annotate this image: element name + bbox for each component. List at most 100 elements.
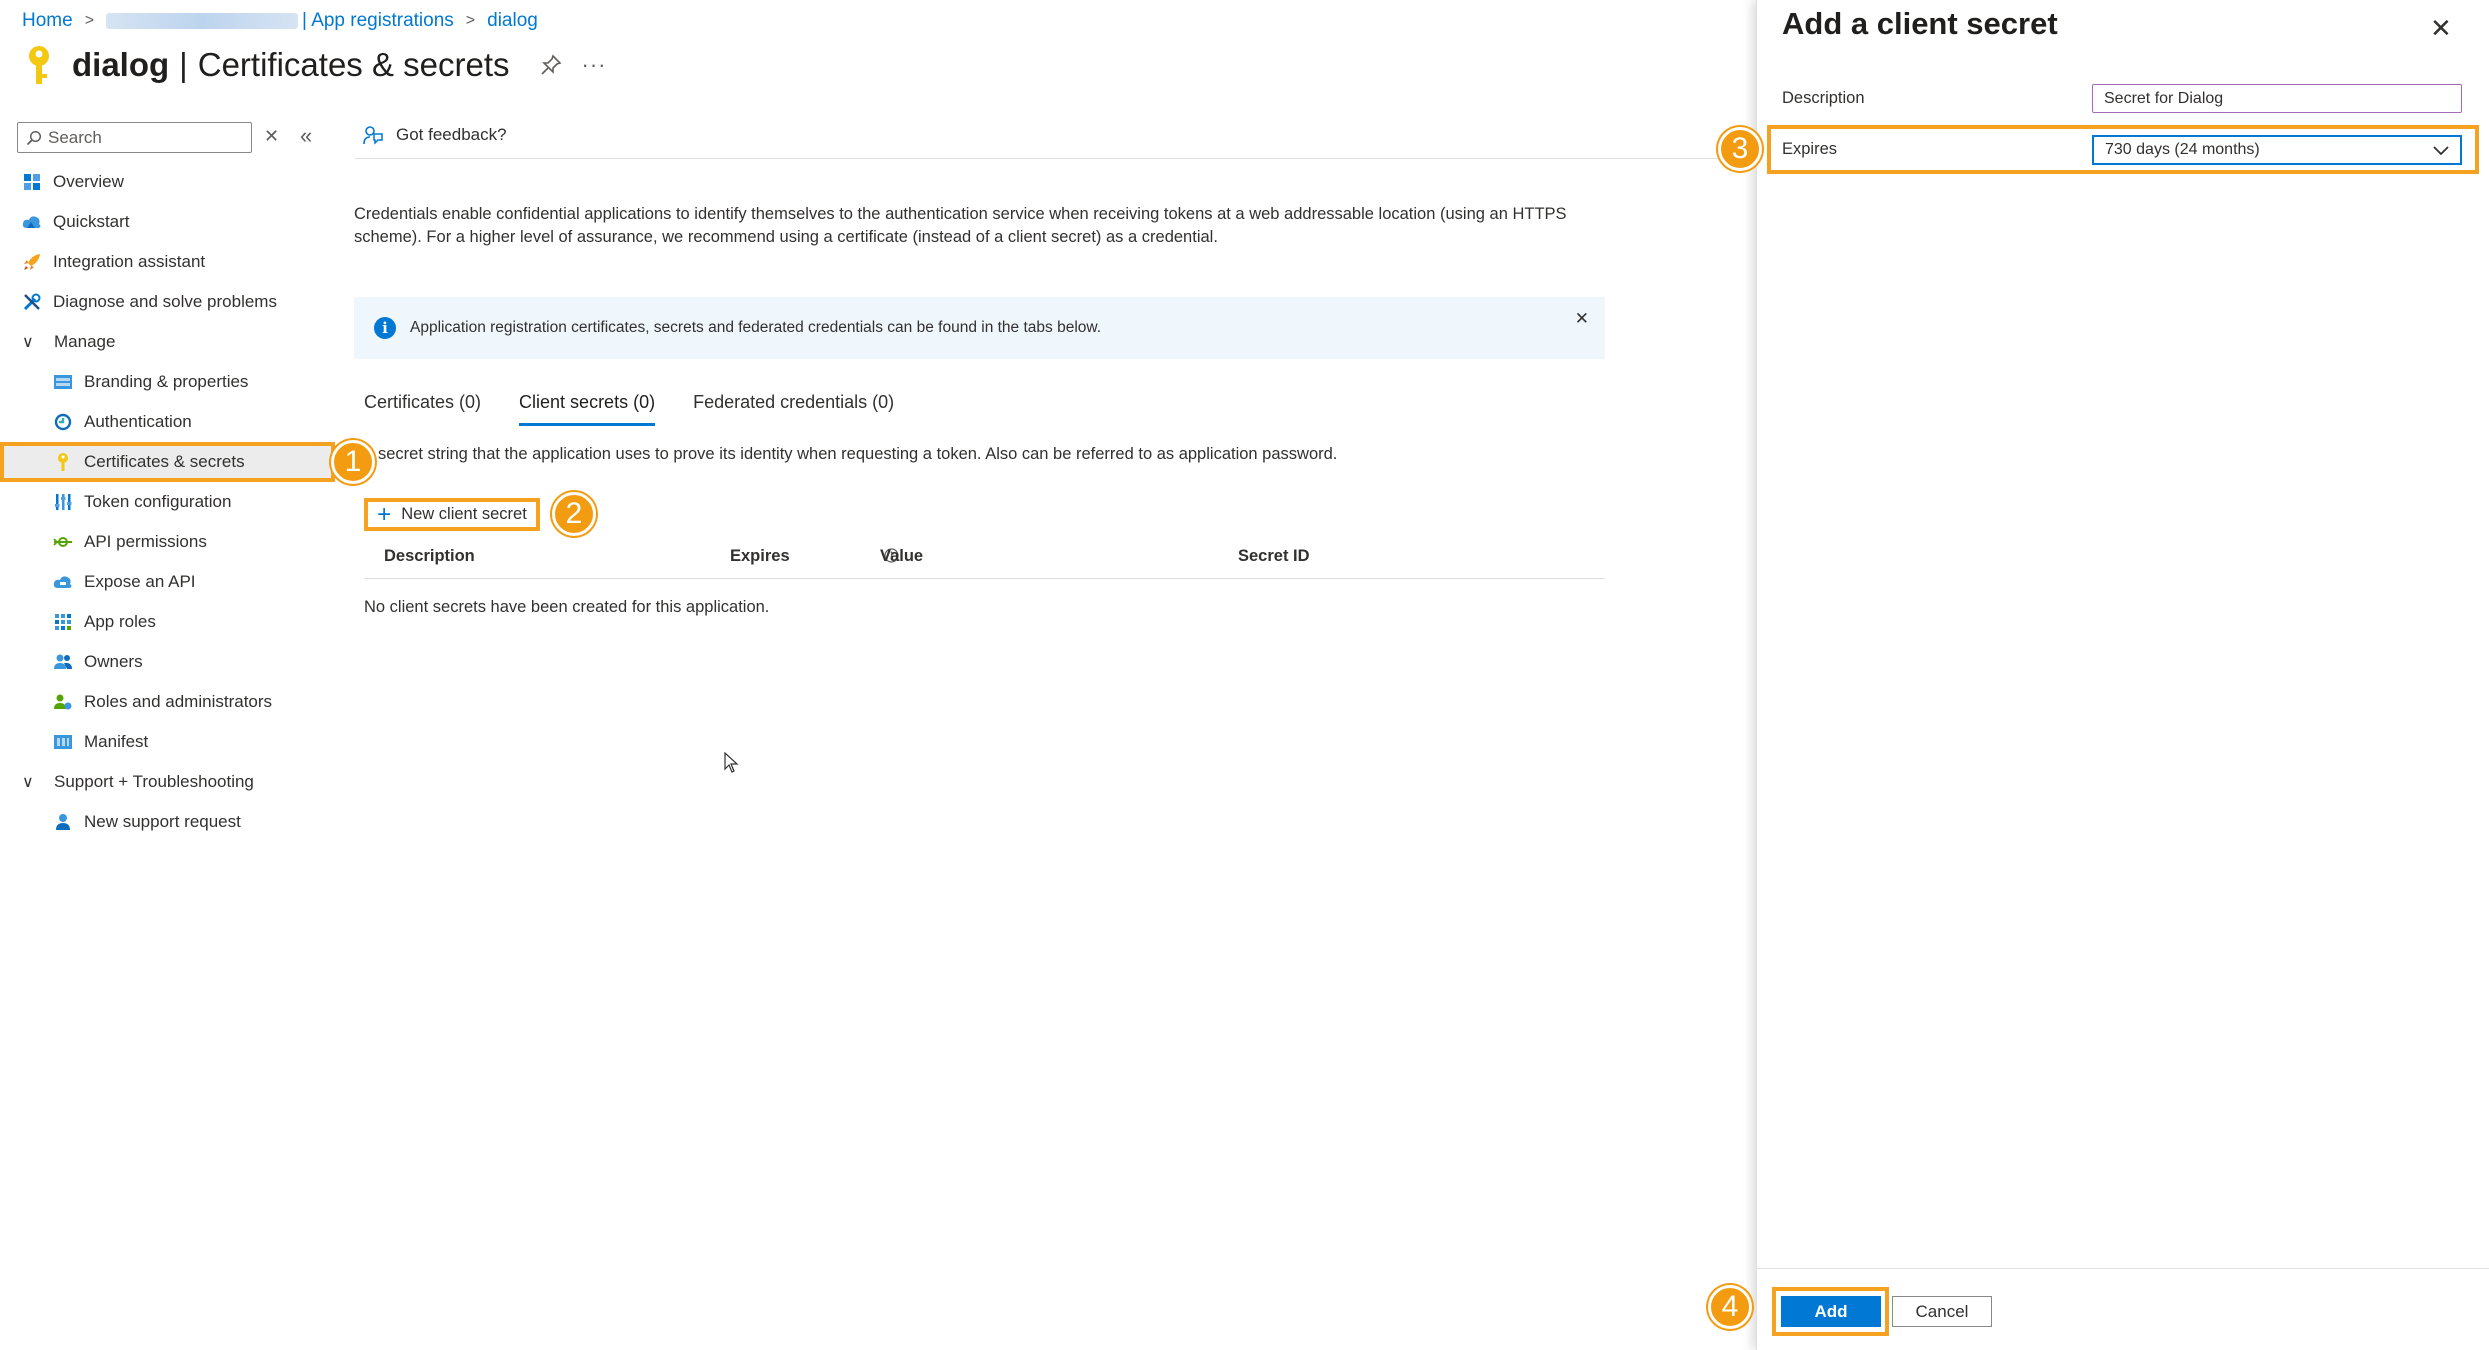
sidebar-item-new-support-request[interactable]: New support request [0,802,335,842]
key-icon [52,451,74,473]
sidebar-item-diagnose[interactable]: Diagnose and solve problems [0,282,335,322]
wrench-icon [21,291,43,313]
key-icon [29,46,49,84]
step-badge-1: 1 [331,440,375,484]
step-badge-2: 2 [552,492,596,536]
intro-line-2: scheme). For a higher level of assurance… [354,228,1218,246]
sidebar-item-authentication[interactable]: Authentication [0,402,335,442]
info-icon: i [374,317,396,339]
sidebar-item-owners[interactable]: Owners [0,642,335,682]
expires-dropdown[interactable]: 730 days (24 months) [2092,135,2462,165]
authentication-icon [52,411,74,433]
support-person-icon [52,811,74,833]
feedback-label: Got feedback? [396,125,507,144]
breadcrumb-app-link[interactable]: dialog [487,10,538,32]
empty-state-message: No client secrets have been created for … [364,598,770,616]
sidebar-item-token-configuration[interactable]: Token configuration [0,482,335,522]
mouse-cursor-icon [724,752,739,773]
more-options-icon[interactable]: ··· [582,52,607,78]
branding-icon [52,371,74,393]
sidebar-item-label: Branding & properties [84,372,249,391]
sidebar-item-expose-an-api[interactable]: Expose an API [0,562,335,602]
sidebar-group-label: Manage [54,332,116,351]
chevron-right-icon: > [84,12,95,29]
sidebar-item-label: Overview [53,172,124,191]
collapse-sidebar-icon[interactable]: « [300,123,312,149]
sidebar-item-label: API permissions [84,532,207,551]
sidebar-item-label: Expose an API [84,572,196,591]
sidebar-item-integration-assistant[interactable]: Integration assistant [0,242,335,282]
sidebar-item-label: App roles [84,612,156,631]
step-badge-3: 3 [1718,127,1762,171]
tab-federated-credentials[interactable]: Federated credentials (0) [693,392,894,426]
cancel-button[interactable]: Cancel [1892,1296,1992,1327]
sidebar-item-api-permissions[interactable]: API permissions [0,522,335,562]
api-permissions-icon [52,531,74,553]
tab-client-secrets[interactable]: Client secrets (0) [519,392,656,426]
sidebar-item-certificates-secrets[interactable]: Certificates & secrets [0,442,335,482]
search-input[interactable] [48,127,238,148]
page-title-app-name: dialog [72,46,170,83]
expires-selected-value: 730 days (24 months) [2105,141,2260,158]
feedback-link[interactable]: Got feedback? [362,124,507,146]
new-client-secret-button[interactable]: + New client secret [364,498,540,531]
pin-icon[interactable] [540,54,562,76]
credential-tabs: Certificates (0) Client secrets (0) Fede… [364,392,932,426]
sidebar-item-quickstart[interactable]: Quickstart [0,202,335,242]
sidebar-item-label: Roles and administrators [84,692,273,711]
chevron-down-icon: ∨ [22,774,34,791]
column-header-value[interactable]: Value [880,547,923,566]
description-input[interactable] [2092,84,2462,113]
column-header-expires[interactable]: Expires [730,547,790,566]
roles-admin-icon [52,691,74,713]
page-title-section: Certificates & secrets [197,46,510,83]
new-client-secret-label: New client secret [401,505,527,523]
manifest-icon [52,731,74,753]
column-header-value-label: Value [880,547,924,565]
sidebar-item-manifest[interactable]: Manifest [0,722,335,762]
sidebar: Overview Quickstart Integration assistan… [0,162,335,842]
sidebar-item-label: Integration assistant [53,252,206,271]
sidebar-item-app-roles[interactable]: App roles [0,602,335,642]
owners-people-icon [52,651,74,673]
secrets-table-header: Description Expires Value Secret ID [364,547,1605,579]
sidebar-item-overview[interactable]: Overview [0,162,335,202]
chevron-down-icon: ∨ [22,334,34,351]
sidebar-item-label: Quickstart [53,212,130,231]
sidebar-item-label: Diagnose and solve problems [53,292,277,311]
toolbar-divider [355,158,1755,159]
page-header: dialog | Certificates & secrets ··· [24,40,607,90]
sidebar-item-branding[interactable]: Branding & properties [0,362,335,402]
close-icon[interactable]: ✕ [1575,309,1589,329]
sidebar-group-manage[interactable]: ∨ Manage [0,322,335,362]
add-button[interactable]: Add [1781,1296,1881,1327]
redacted-tenant-name [106,13,299,29]
intro-description: Credentials enable confidential applicat… [354,203,1594,249]
feedback-person-icon [363,126,383,145]
sidebar-item-label: Token configuration [84,492,232,511]
info-banner: i Application registration certificates,… [354,297,1605,359]
client-secret-description: secret string that the application uses … [378,445,1338,463]
breadcrumb-app-registrations-link[interactable]: | App registrations [302,10,454,32]
close-icon[interactable]: ✕ [2430,13,2452,44]
sidebar-item-label: Authentication [84,412,192,431]
breadcrumb: Home > | App registrations > dialog [22,10,538,32]
sidebar-item-label: Certificates & secrets [84,452,245,471]
plus-icon: + [377,500,392,528]
app-roles-grid-icon [52,611,74,633]
column-header-secret-id[interactable]: Secret ID [1238,547,1310,566]
sidebar-item-label: New support request [84,812,241,831]
chevron-down-icon [2433,146,2449,156]
breadcrumb-home-link[interactable]: Home [22,10,73,32]
search-icon [26,130,42,145]
description-label: Description [1782,89,1865,107]
token-bars-icon [52,491,74,513]
sidebar-group-support[interactable]: ∨ Support + Troubleshooting [0,762,335,802]
tab-certificates[interactable]: Certificates (0) [364,392,481,426]
sidebar-item-roles-administrators[interactable]: Roles and administrators [0,682,335,722]
search-box[interactable] [17,122,252,153]
clear-search-icon[interactable]: ✕ [264,126,279,147]
column-header-description[interactable]: Description [384,547,475,566]
sidebar-item-label: Manifest [84,732,149,751]
page-title-separator: | [179,46,188,83]
